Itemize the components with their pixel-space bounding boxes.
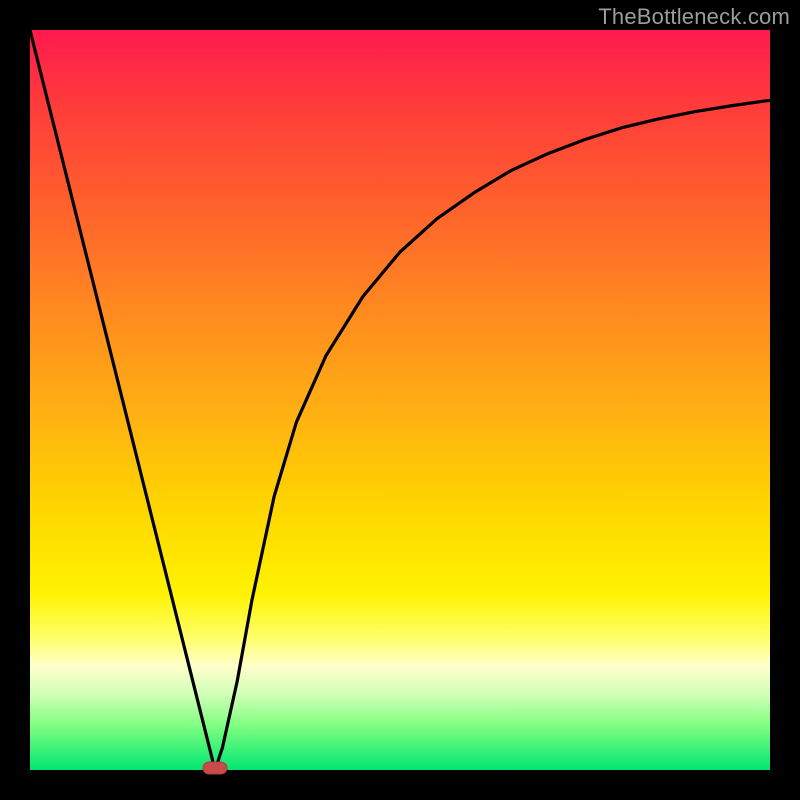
chart-frame: TheBottleneck.com: [0, 0, 800, 800]
plot-area: [30, 30, 770, 770]
bottleneck-curve: [30, 30, 770, 770]
watermark-text: TheBottleneck.com: [598, 4, 790, 30]
optimal-point-marker: [203, 762, 227, 774]
chart-svg: [30, 30, 770, 770]
